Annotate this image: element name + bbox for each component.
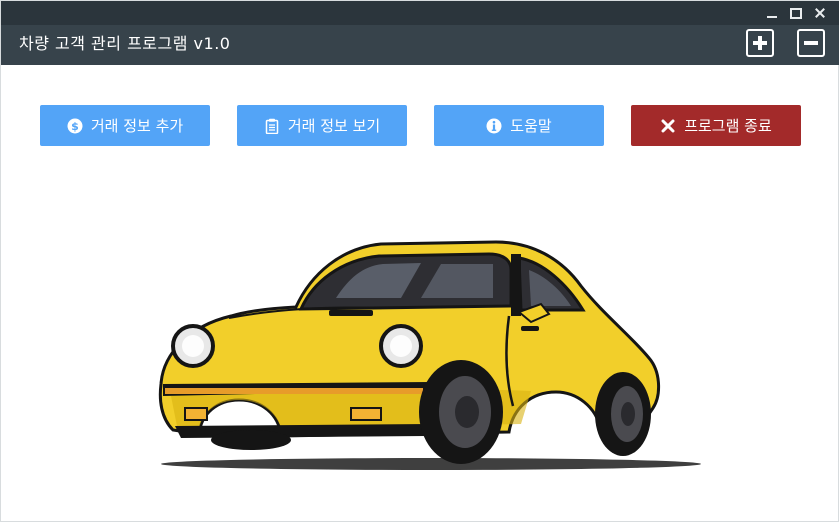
add-transaction-button[interactable]: $ 거래 정보 추가 xyxy=(40,105,210,146)
svg-text:$: $ xyxy=(71,120,79,133)
dollar-circle-icon: $ xyxy=(67,118,83,133)
car-illustration xyxy=(158,240,701,470)
view-transaction-button[interactable]: 거래 정보 보기 xyxy=(237,105,407,146)
app-title: 차량 고객 관리 프로그램 v1.0 xyxy=(19,34,231,53)
exit-program-label: 프로그램 종료 xyxy=(684,117,772,135)
add-transaction-label: 거래 정보 추가 xyxy=(90,117,184,135)
os-titlebar xyxy=(1,1,839,25)
clipboard-icon xyxy=(265,118,279,134)
close-icon xyxy=(814,7,826,19)
window-close-button[interactable] xyxy=(809,3,831,23)
app-window: 차량 고객 관리 프로그램 v1.0 $ 거래 정보 추가 거래 정보 보기 도… xyxy=(0,0,839,522)
view-transaction-label: 거래 정보 보기 xyxy=(287,117,381,135)
window-maximize-button[interactable] xyxy=(785,3,807,23)
info-circle-icon xyxy=(486,118,502,133)
header-remove-button[interactable] xyxy=(797,29,825,57)
exit-program-button[interactable]: 프로그램 종료 xyxy=(631,105,801,146)
header-add-button[interactable] xyxy=(746,29,774,57)
close-x-icon xyxy=(661,119,675,132)
maximize-icon xyxy=(790,7,802,19)
app-header: 차량 고객 관리 프로그램 v1.0 xyxy=(1,25,839,65)
minimize-icon xyxy=(767,16,777,18)
help-label: 도움말 xyxy=(510,117,552,135)
window-minimize-button[interactable] xyxy=(761,3,783,23)
help-button[interactable]: 도움말 xyxy=(434,105,604,146)
